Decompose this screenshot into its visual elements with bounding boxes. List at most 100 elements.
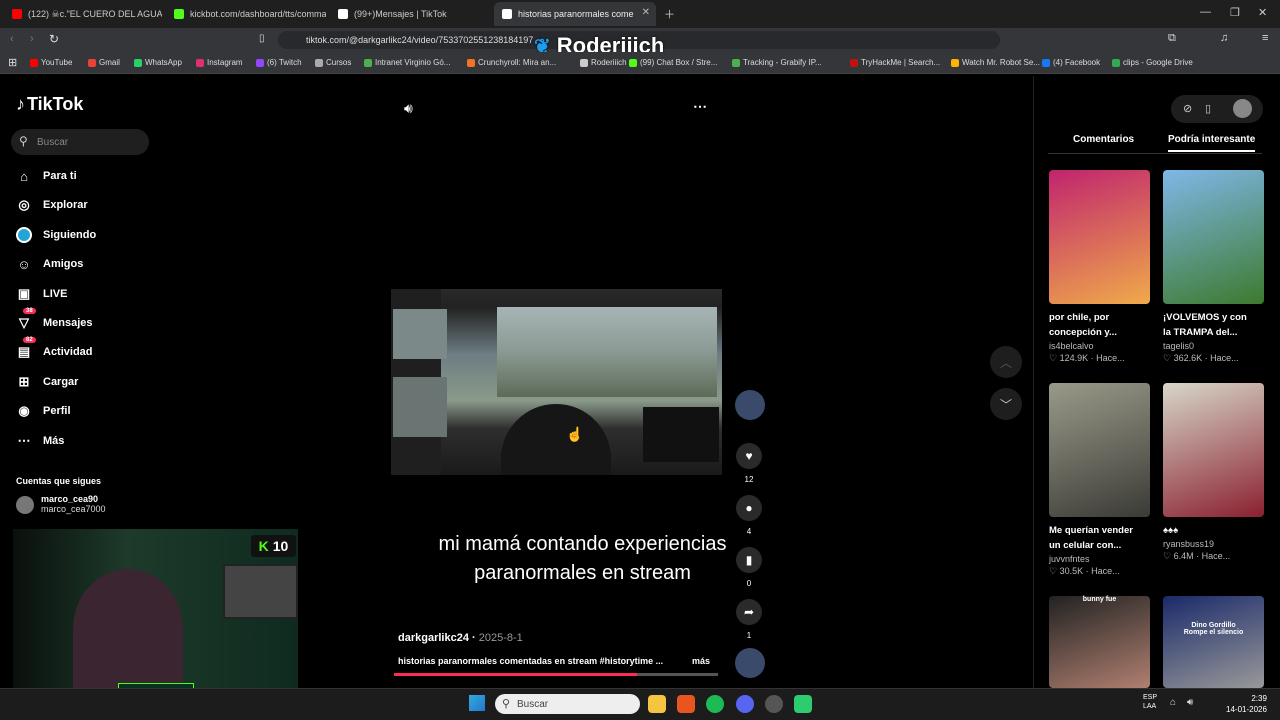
sidebar-item-explorar[interactable]: ◎ Explorar [16, 197, 87, 213]
compass-icon[interactable]: ⊘ [1183, 102, 1192, 115]
following-icon: ● [16, 226, 32, 243]
back-icon[interactable]: ‹ [10, 33, 14, 45]
sidebar-item-siguiendo[interactable]: ● Siguiendo [16, 226, 96, 243]
search-input[interactable]: ⚲ Buscar [11, 129, 149, 155]
suggested-video-card[interactable]: Dino Gordillo Rompe el silencio [1163, 596, 1264, 688]
bookmark-favicon-icon [364, 58, 372, 67]
avatar [735, 390, 765, 420]
sidebar-item-perfil[interactable]: ◉ Perfil [16, 403, 70, 419]
video-progress-fill [394, 673, 637, 676]
kick-counter: K 10 [251, 535, 296, 557]
bookmark-item[interactable]: WhatsApp [134, 58, 182, 67]
bookmark-item[interactable]: Gmail [88, 58, 120, 67]
bookmark-item[interactable]: TryHackMe | Search... [850, 58, 940, 67]
bookmark-favicon-icon [134, 58, 142, 67]
menu-icon[interactable]: ≡ [1262, 32, 1268, 44]
browser-tab[interactable]: kickbot.com/dashboard/tts/comman [166, 2, 326, 26]
tab-comments[interactable]: Comentarios [1073, 134, 1134, 145]
bookmark-icon[interactable]: ▯ [259, 33, 265, 44]
volume-icon[interactable]: 🔊︎ [404, 100, 413, 117]
comment-button[interactable]: ● 4 [735, 495, 763, 536]
browser-tab[interactable]: (99+)Mensajes | TikTok [330, 2, 490, 26]
browser-tab[interactable]: (122) ☠c."EL CUERO DEL AGUA" #4 [4, 2, 162, 26]
video-progress-bar[interactable] [394, 673, 718, 676]
media-icon[interactable]: ♫ [1220, 32, 1228, 44]
maximize-button[interactable]: ❐ [1230, 6, 1240, 19]
card-user[interactable]: ryansbuss19 [1163, 539, 1264, 549]
bookmark-item[interactable]: Instagram [196, 58, 243, 67]
video-description: historias paranormales comentadas en str… [398, 656, 664, 666]
sidebar-item-cargar[interactable]: ⊞ Cargar [16, 374, 79, 390]
card-user[interactable]: tagelis0 [1163, 341, 1264, 351]
bookmark-item[interactable]: Intranet Virginio Gó... [364, 58, 450, 67]
volume-icon[interactable]: 🔊︎ [1187, 697, 1193, 708]
obs-icon[interactable] [765, 695, 783, 713]
video-player[interactable]: ☝ [391, 289, 722, 475]
sidebar-item-amigos[interactable]: ☺ Amigos [16, 256, 83, 272]
bookmark-item[interactable]: Watch Mr. Robot Se... [951, 58, 1040, 67]
brave-browser-icon[interactable] [677, 695, 695, 713]
card-user[interactable]: is4belcalvo [1049, 341, 1150, 351]
browser-tab-active[interactable]: historias paranormales come ✕ [494, 2, 656, 26]
app-icon[interactable] [794, 695, 812, 713]
taskbar-search[interactable]: ⚲ Buscar [495, 694, 640, 714]
card-user[interactable]: juvvnfntes [1049, 554, 1150, 564]
bookmark-item[interactable]: (99) Chat Box / Stre... [629, 58, 717, 67]
network-icon[interactable]: ⌂ [1170, 697, 1176, 708]
bookmark-item[interactable]: YouTube [30, 58, 72, 67]
author-avatar-button[interactable] [735, 390, 765, 420]
suggested-video-card[interactable]: ♠♠♠ ryansbuss19 ♡ 6.4M · Hace... [1163, 383, 1264, 562]
bookmark-item[interactable]: Tracking - Grabify IP... [732, 58, 822, 67]
suggested-video-card[interactable]: ¡VOLVEMOS y con la TRAMPA del... tagelis0… [1163, 170, 1264, 364]
bookmark-item[interactable]: Crunchyroll: Mira an... [467, 58, 556, 67]
sidebar-item-actividad[interactable]: ▤ 82 Actividad [16, 337, 93, 360]
suggested-video-card[interactable]: por chile, por concepción y... is4belcalv… [1049, 170, 1150, 364]
sidebar-item-ms[interactable]: ⋯ Más [16, 433, 65, 449]
language-indicator[interactable]: ESP LAA [1143, 693, 1157, 711]
tiktok-logo[interactable]: ♪ TikTok [16, 94, 83, 115]
more-link[interactable]: más [692, 656, 710, 666]
suggested-video-card[interactable]: Me querían vender un celular con... juvvn… [1049, 383, 1150, 577]
suggested-video-card[interactable]: bunny fue [1049, 596, 1150, 688]
windows-start-icon[interactable] [469, 695, 485, 711]
phone-icon[interactable]: ▯ [1205, 102, 1211, 115]
tab-suggested[interactable]: Podría interesante [1168, 134, 1256, 152]
previous-video-button[interactable]: ︿ [990, 346, 1022, 378]
new-tab-button[interactable]: ＋ [664, 6, 675, 22]
bookmark-item[interactable]: clips - Google Drive [1112, 58, 1193, 67]
taskbar [0, 688, 1280, 720]
close-tab-icon[interactable]: ✕ [642, 7, 650, 18]
more-options-icon[interactable]: ⋯ [693, 98, 707, 115]
bookmark-item[interactable]: (6) Twitch [256, 58, 302, 67]
following-user[interactable]: marco_cea90 marco_cea7000 [16, 494, 106, 514]
heart-icon: ♥ [736, 443, 762, 469]
bookmark-item[interactable]: Cursos [315, 58, 351, 67]
extensions-icon[interactable]: ⧉ [1168, 32, 1176, 45]
profile-avatar[interactable] [1233, 99, 1252, 118]
next-video-button[interactable]: ﹀ [990, 388, 1022, 420]
video-author[interactable]: darkgarlikc24 · 2025-8-1 [398, 632, 523, 644]
apps-grid-icon[interactable]: ⊞ [8, 56, 17, 69]
bookmark-item[interactable]: Roderiiich [580, 58, 627, 67]
bookmark-item[interactable]: (4) Facebook [1042, 58, 1100, 67]
close-window-button[interactable]: ✕ [1258, 6, 1267, 19]
minimize-button[interactable]: — [1200, 6, 1211, 18]
search-icon: ⚲ [502, 698, 511, 710]
sidebar-item-live[interactable]: ▣ LIVE [16, 286, 68, 302]
thumbnail-text: Dino Gordillo Rompe el silencio [1183, 622, 1244, 636]
reload-icon[interactable]: ↻ [49, 32, 59, 46]
discord-icon[interactable] [736, 695, 754, 713]
file-explorer-icon[interactable] [648, 695, 666, 713]
save-button[interactable]: ▮ 0 [735, 547, 763, 588]
video-thumbnail [1049, 170, 1150, 304]
taskbar-clock[interactable]: 2:39 14-01-2026 [1226, 693, 1267, 715]
forward-icon[interactable]: › [30, 33, 34, 45]
spotify-icon[interactable] [706, 695, 724, 713]
sidebar-item-label: LIVE [43, 287, 68, 300]
music-disc-button[interactable] [735, 648, 765, 678]
share-button[interactable]: ➦ 1 [735, 599, 763, 640]
like-button[interactable]: ♥ 12 [735, 443, 763, 484]
sidebar-item-parati[interactable]: ⌂ Para ti [16, 168, 77, 184]
sidebar-item-mensajes[interactable]: ▽ 38 Mensajes [16, 308, 93, 331]
bookmark-favicon-icon [951, 58, 959, 67]
